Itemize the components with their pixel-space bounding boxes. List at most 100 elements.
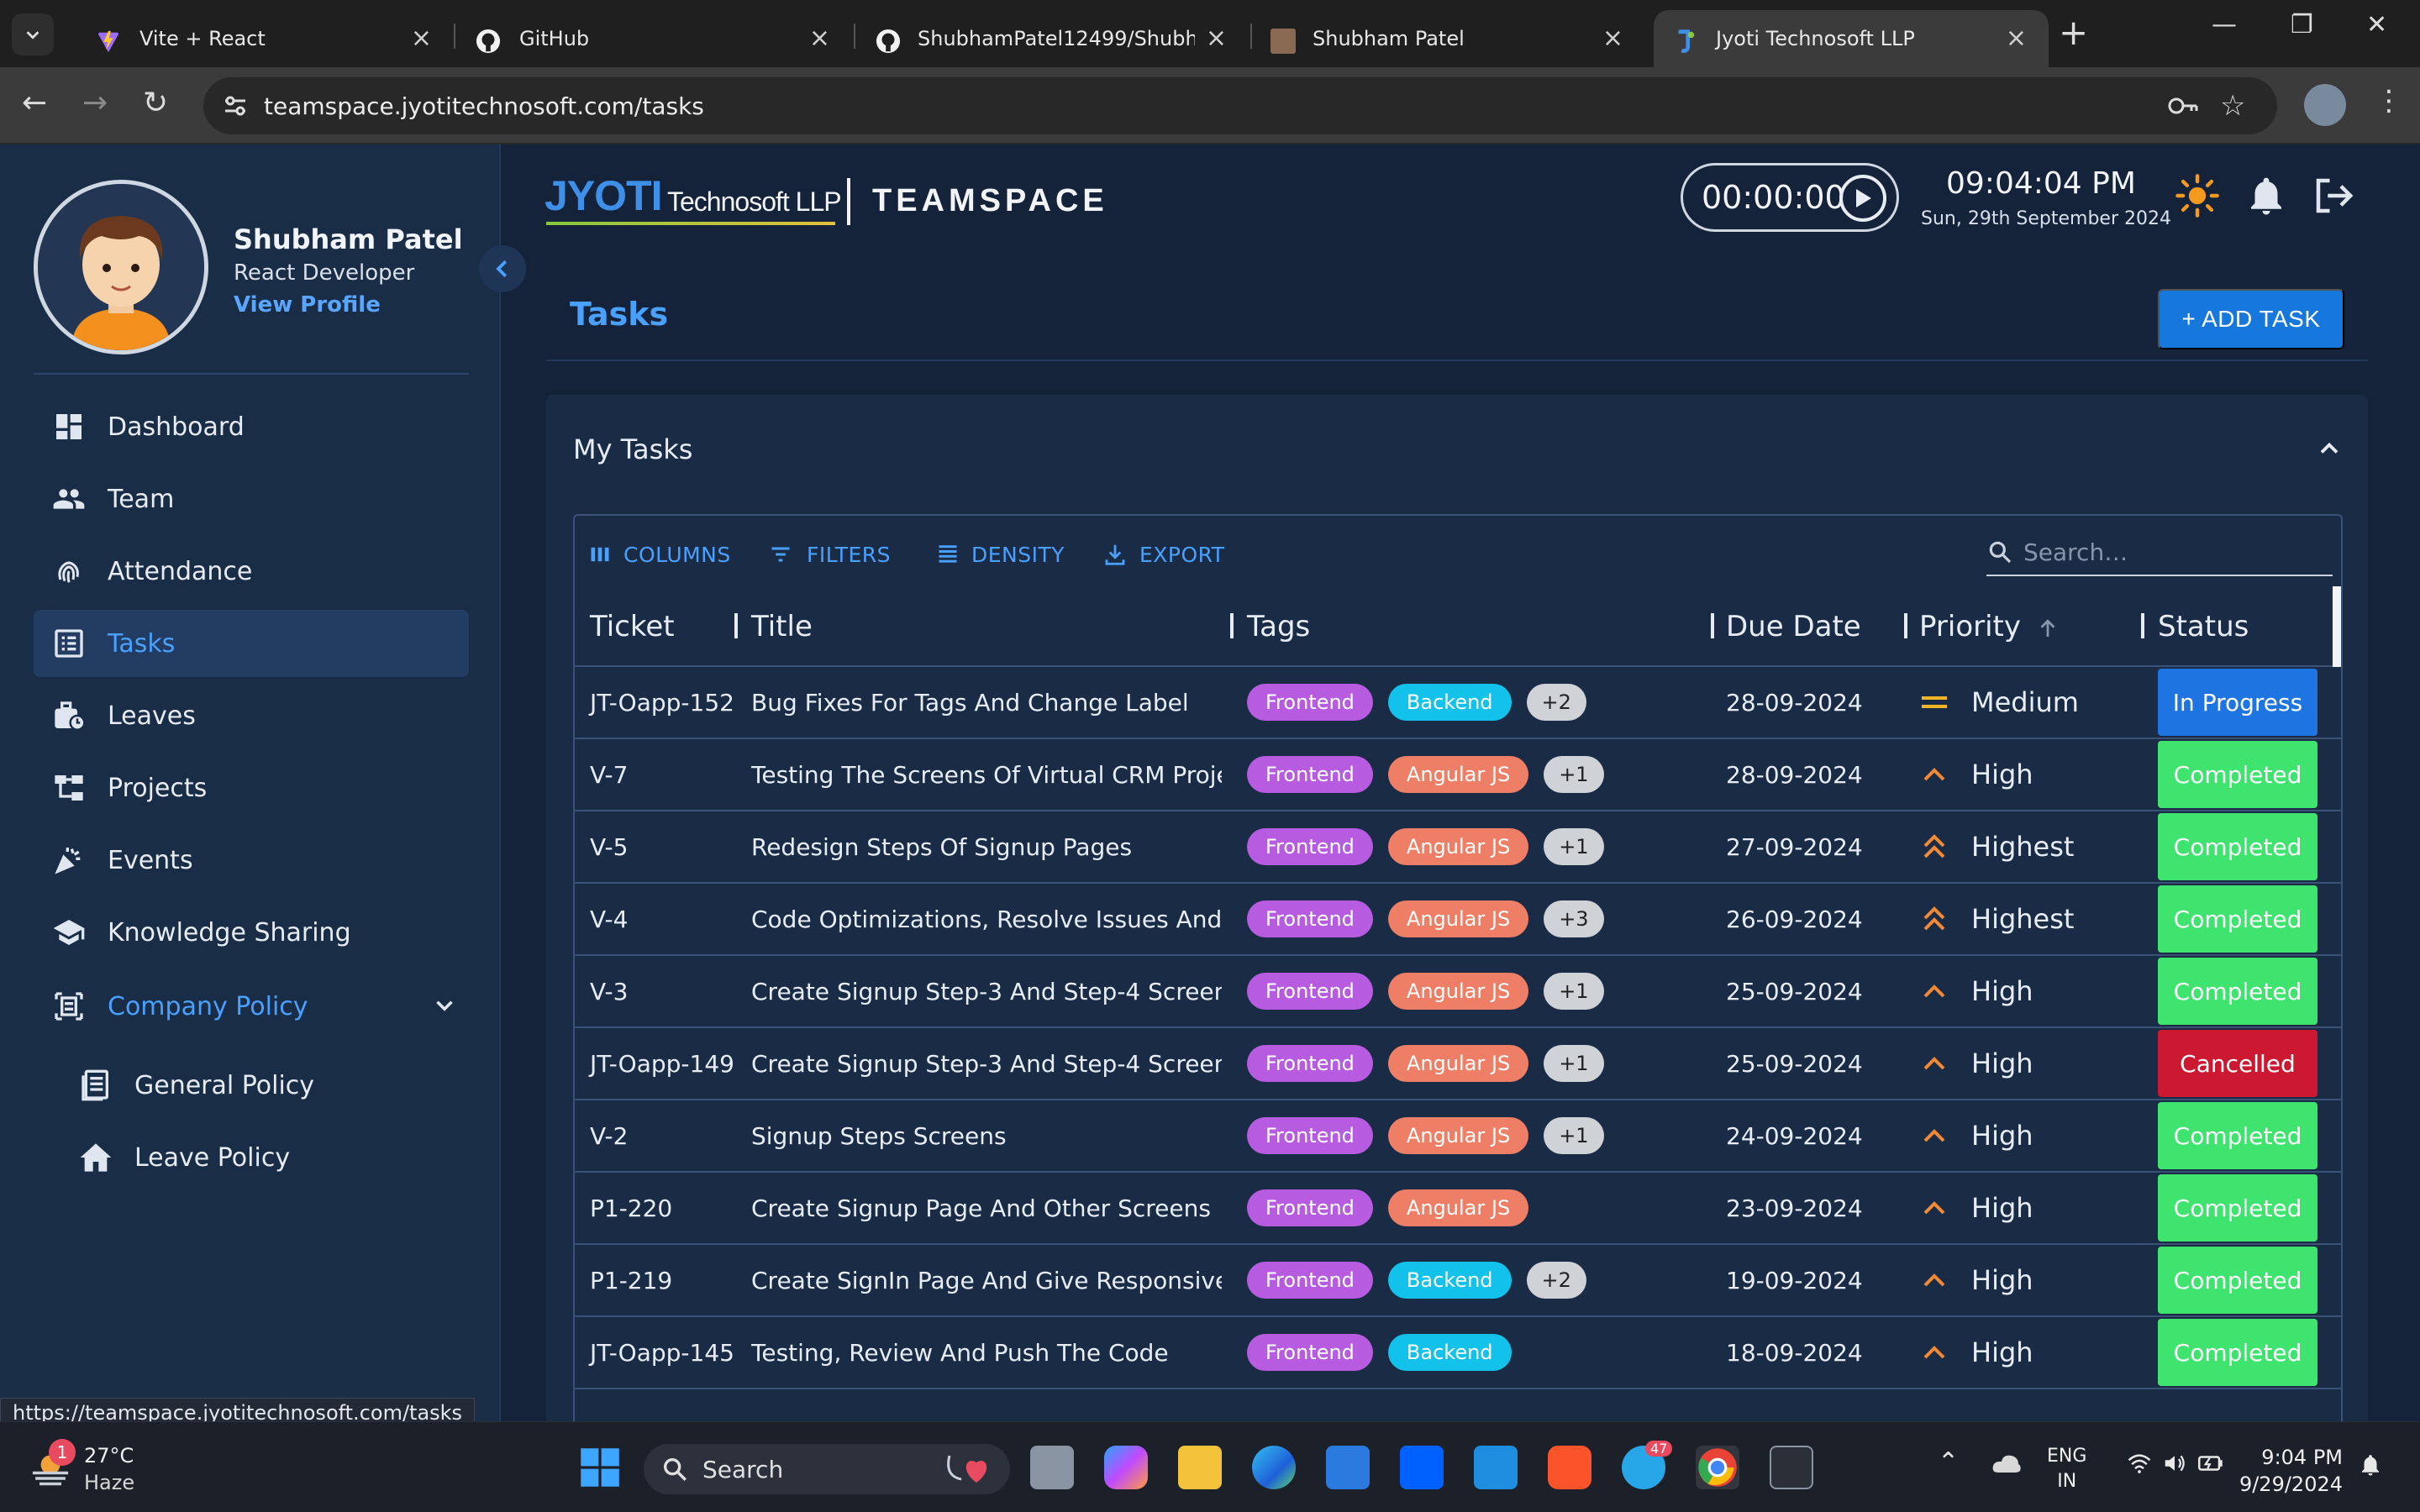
more-tags-chip[interactable]: +3 <box>1544 900 1604 937</box>
tag-chip[interactable]: Angular JS <box>1387 1117 1529 1154</box>
table-row[interactable]: V-3 Create Signup Step-3 And Step-4 Scree… <box>575 956 2341 1028</box>
close-icon[interactable]: × <box>1206 24 1227 53</box>
browser-tab-vite[interactable]: Vite + React × <box>59 10 454 67</box>
show-hidden-icons-chevron-up-icon[interactable]: ⌃ <box>1938 1447 1959 1477</box>
forward-button[interactable]: → <box>82 86 108 120</box>
notification-bell-icon[interactable] <box>2244 173 2289 218</box>
sidebar-item-team[interactable]: Team <box>34 465 469 533</box>
notification-bell-icon[interactable] <box>2358 1452 2383 1478</box>
system-clock[interactable]: 9:04 PM 9/29/2024 <box>2225 1444 2343 1498</box>
onedrive-cloud-icon[interactable] <box>1991 1451 2022 1478</box>
close-icon[interactable]: × <box>1602 24 1623 53</box>
status-button[interactable]: Completed <box>2158 1174 2317 1242</box>
wifi-icon[interactable] <box>2126 1451 2153 1476</box>
tag-chip[interactable]: Frontend <box>1247 1189 1373 1226</box>
taskbar-search[interactable]: Search <box>644 1444 1010 1494</box>
sort-ascending-icon[interactable] <box>2035 616 2060 641</box>
browser-menu-icon[interactable]: ⋮ <box>2375 84 2403 118</box>
search-input[interactable] <box>2023 538 2309 566</box>
table-row[interactable]: V-5 Redesign Steps Of Signup Pages Fronten… <box>575 811 2341 884</box>
file-explorer-icon[interactable] <box>1178 1446 1222 1489</box>
tab-search-button[interactable] <box>12 13 54 55</box>
columns-button[interactable]: COLUMNS <box>588 539 731 570</box>
minimize-button[interactable]: — <box>2212 10 2237 39</box>
density-button[interactable]: DENSITY <box>936 539 1065 570</box>
sidebar-item-company-policy[interactable]: Company Policy <box>34 973 469 1040</box>
more-tags-chip[interactable]: +1 <box>1544 828 1604 865</box>
tag-chip[interactable]: Frontend <box>1247 900 1373 937</box>
browser-profile-avatar[interactable] <box>2304 84 2346 126</box>
column-header-tags[interactable]: Tags <box>1247 610 1310 643</box>
back-button[interactable]: ← <box>22 86 47 120</box>
microsoft-store-icon[interactable] <box>1326 1446 1370 1489</box>
bookmark-star-icon[interactable]: ☆ <box>2220 89 2245 123</box>
tag-chip[interactable]: Angular JS <box>1387 828 1529 865</box>
tag-chip[interactable]: Frontend <box>1247 1262 1373 1299</box>
view-profile-link[interactable]: View Profile <box>234 292 381 318</box>
more-tags-chip[interactable]: +2 <box>1526 684 1586 721</box>
user-avatar[interactable] <box>34 180 208 354</box>
tag-chip[interactable]: Angular JS <box>1387 756 1529 793</box>
tag-chip[interactable]: Backend <box>1387 1262 1512 1299</box>
status-button[interactable]: Cancelled <box>2158 1030 2317 1097</box>
column-header-ticket[interactable]: Ticket <box>590 610 675 643</box>
table-row[interactable]: JT-Oapp-152 Bug Fixes For Tags And Change… <box>575 667 2341 739</box>
table-row[interactable]: JT-Oapp-149 Create Signup Step-3 And Step… <box>575 1028 2341 1100</box>
table-row[interactable]: V-7 Testing The Screens Of Virtual CRM Pr… <box>575 739 2341 811</box>
sidebar-item-leave-policy[interactable]: Leave Policy <box>34 1124 469 1191</box>
scrollbar-thumb[interactable] <box>2333 586 2341 667</box>
status-button[interactable]: Completed <box>2158 1247 2317 1314</box>
new-tab-button[interactable]: + <box>2059 12 2088 53</box>
more-tags-chip[interactable]: +1 <box>1544 973 1604 1010</box>
status-button[interactable]: Completed <box>2158 958 2317 1025</box>
key-icon[interactable] <box>2166 92 2200 119</box>
status-button[interactable]: Completed <box>2158 741 2317 808</box>
sidebar-item-events[interactable]: Events <box>34 827 469 894</box>
chevron-up-icon[interactable] <box>2314 433 2344 464</box>
sidebar-item-leaves[interactable]: Leaves <box>34 682 469 749</box>
restore-button[interactable]: ❐ <box>2291 10 2313 39</box>
more-tags-chip[interactable]: +2 <box>1526 1262 1586 1299</box>
task-view-icon[interactable] <box>1030 1446 1074 1489</box>
browser-tab-github-repo[interactable]: ShubhamPatel12499/Shubham × <box>854 10 1249 67</box>
column-separator[interactable] <box>1904 613 1907 638</box>
table-row[interactable]: V-2 Signup Steps Screens Frontend Angular J… <box>575 1100 2341 1173</box>
status-button[interactable]: Completed <box>2158 1102 2317 1169</box>
sidebar-item-projects[interactable]: Projects <box>34 754 469 822</box>
brave-browser-icon[interactable] <box>1548 1446 1591 1489</box>
tag-chip[interactable]: Angular JS <box>1387 1189 1529 1226</box>
export-button[interactable]: EXPORT <box>1102 539 1225 570</box>
close-icon[interactable]: × <box>809 24 830 53</box>
close-icon[interactable]: × <box>411 24 432 53</box>
windows-start-icon[interactable] <box>578 1446 622 1489</box>
sidebar-item-knowledge-sharing[interactable]: Knowledge Sharing <box>34 899 469 966</box>
sidebar-item-general-policy[interactable]: General Policy <box>34 1052 469 1119</box>
chrome-icon[interactable] <box>1696 1446 1739 1489</box>
tag-chip[interactable]: Frontend <box>1247 828 1373 865</box>
tag-chip[interactable]: Angular JS <box>1387 1045 1529 1082</box>
dropbox-icon[interactable] <box>1400 1446 1444 1489</box>
terminal-icon[interactable] <box>1770 1446 1813 1489</box>
table-row[interactable]: P1-220 Create Signup Page And Other Scree… <box>575 1173 2341 1245</box>
tag-chip[interactable]: Frontend <box>1247 1045 1373 1082</box>
table-row[interactable]: V-4 Code Optimizations, Resolve Issues An… <box>575 884 2341 956</box>
tag-chip[interactable]: Frontend <box>1247 1334 1373 1371</box>
more-tags-chip[interactable]: +1 <box>1544 756 1604 793</box>
sidebar-item-tasks[interactable]: Tasks <box>34 610 469 677</box>
window-close-button[interactable]: ✕ <box>2366 10 2387 39</box>
tag-chip[interactable]: Frontend <box>1247 684 1373 721</box>
sidebar-collapse-button[interactable] <box>479 245 526 292</box>
tag-chip[interactable]: Frontend <box>1247 973 1373 1010</box>
more-tags-chip[interactable]: +1 <box>1544 1045 1604 1082</box>
column-header-status[interactable]: Status <box>2158 610 2249 643</box>
tag-chip[interactable]: Angular JS <box>1387 973 1529 1010</box>
more-tags-chip[interactable]: +1 <box>1544 1117 1604 1154</box>
language-indicator[interactable]: ENG IN <box>2047 1444 2086 1494</box>
sun-icon[interactable] <box>2175 173 2220 218</box>
sidebar-item-attendance[interactable]: Attendance <box>34 538 469 605</box>
tag-chip[interactable]: Angular JS <box>1387 900 1529 937</box>
column-separator[interactable] <box>734 613 738 638</box>
column-header-title[interactable]: Title <box>751 610 813 643</box>
tag-chip[interactable]: Frontend <box>1247 1117 1373 1154</box>
volume-icon[interactable] <box>2161 1451 2188 1476</box>
